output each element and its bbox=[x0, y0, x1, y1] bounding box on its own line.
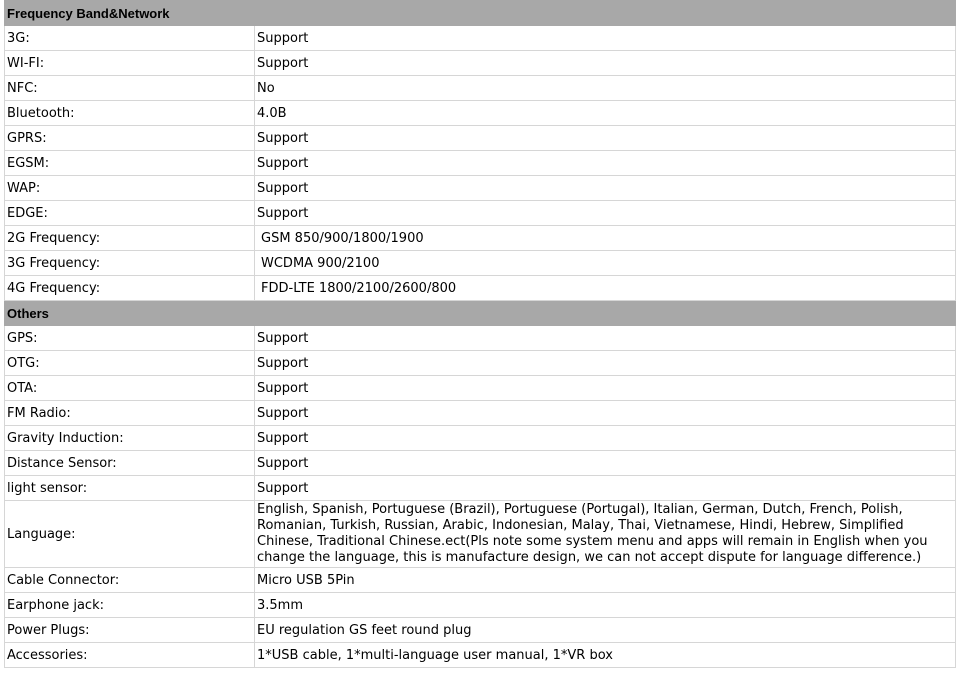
spec-row: Earphone jack: 3.5mm bbox=[4, 592, 956, 618]
spec-value: Support bbox=[254, 375, 956, 401]
spec-row: GPS: Support bbox=[4, 325, 956, 351]
spec-value: 3.5mm bbox=[254, 592, 956, 618]
spec-row: EDGE: Support bbox=[4, 200, 956, 226]
spec-label: NFC: bbox=[4, 75, 255, 101]
spec-value: Support bbox=[254, 450, 956, 476]
spec-label: WI-FI: bbox=[4, 50, 255, 76]
spec-value: Support bbox=[254, 25, 956, 51]
spec-value: Support bbox=[254, 175, 956, 201]
spec-value: Support bbox=[254, 200, 956, 226]
spec-value: No bbox=[254, 75, 956, 101]
spec-label: Distance Sensor: bbox=[4, 450, 255, 476]
spec-value: Support bbox=[254, 325, 956, 351]
spec-label: OTG: bbox=[4, 350, 255, 376]
spec-value: Support bbox=[254, 50, 956, 76]
spec-row: Bluetooth: 4.0B bbox=[4, 100, 956, 126]
spec-row: Cable Connector: Micro USB 5Pin bbox=[4, 567, 956, 593]
spec-value: 1*USB cable, 1*multi-language user manua… bbox=[254, 642, 956, 668]
spec-value: Support bbox=[254, 475, 956, 501]
spec-row: WAP: Support bbox=[4, 175, 956, 201]
spec-value: GSM 850/900/1800/1900 bbox=[254, 225, 956, 251]
spec-label: Power Plugs: bbox=[4, 617, 255, 643]
spec-label: WAP: bbox=[4, 175, 255, 201]
spec-row: Accessories: 1*USB cable, 1*multi-languag… bbox=[4, 642, 956, 668]
spec-label: Gravity Induction: bbox=[4, 425, 255, 451]
section-title: Others bbox=[4, 300, 956, 326]
spec-row: 2G Frequency: GSM 850/900/1800/1900 bbox=[4, 225, 956, 251]
spec-table: Frequency Band&Network 3G: Support WI-FI:… bbox=[4, 0, 956, 668]
spec-label: GPRS: bbox=[4, 125, 255, 151]
spec-row: GPRS: Support bbox=[4, 125, 956, 151]
spec-value: EU regulation GS feet round plug bbox=[254, 617, 956, 643]
spec-value: Support bbox=[254, 400, 956, 426]
section-header-frequency: Frequency Band&Network bbox=[4, 0, 956, 26]
spec-label: EGSM: bbox=[4, 150, 255, 176]
section-title: Frequency Band&Network bbox=[4, 0, 956, 26]
spec-row: Language: English, Spanish, Portuguese (B… bbox=[4, 500, 956, 568]
spec-row: Gravity Induction: Support bbox=[4, 425, 956, 451]
spec-row: Distance Sensor: Support bbox=[4, 450, 956, 476]
spec-label: 3G: bbox=[4, 25, 255, 51]
spec-row: 3G: Support bbox=[4, 25, 956, 51]
spec-value: FDD-LTE 1800/2100/2600/800 bbox=[254, 275, 956, 301]
spec-label: 4G Frequency: bbox=[4, 275, 255, 301]
spec-row: FM Radio: Support bbox=[4, 400, 956, 426]
spec-value: English, Spanish, Portuguese (Brazil), P… bbox=[254, 500, 956, 568]
spec-label: Bluetooth: bbox=[4, 100, 255, 126]
spec-row: OTG: Support bbox=[4, 350, 956, 376]
spec-label: 2G Frequency: bbox=[4, 225, 255, 251]
spec-value: Support bbox=[254, 425, 956, 451]
spec-value: WCDMA 900/2100 bbox=[254, 250, 956, 276]
spec-value: Support bbox=[254, 125, 956, 151]
spec-label: GPS: bbox=[4, 325, 255, 351]
spec-label: Earphone jack: bbox=[4, 592, 255, 618]
section-header-others: Others bbox=[4, 300, 956, 326]
spec-row: EGSM: Support bbox=[4, 150, 956, 176]
spec-label: light sensor: bbox=[4, 475, 255, 501]
spec-label: Cable Connector: bbox=[4, 567, 255, 593]
spec-value: Support bbox=[254, 150, 956, 176]
spec-row: light sensor: Support bbox=[4, 475, 956, 501]
spec-label: EDGE: bbox=[4, 200, 255, 226]
spec-value: Micro USB 5Pin bbox=[254, 567, 956, 593]
spec-label: 3G Frequency: bbox=[4, 250, 255, 276]
spec-label: OTA: bbox=[4, 375, 255, 401]
spec-row: Power Plugs: EU regulation GS feet round … bbox=[4, 617, 956, 643]
spec-value: 4.0B bbox=[254, 100, 956, 126]
spec-label: FM Radio: bbox=[4, 400, 255, 426]
spec-row: OTA: Support bbox=[4, 375, 956, 401]
spec-row: 3G Frequency: WCDMA 900/2100 bbox=[4, 250, 956, 276]
spec-row: NFC: No bbox=[4, 75, 956, 101]
spec-value: Support bbox=[254, 350, 956, 376]
spec-label: Language: bbox=[4, 500, 255, 568]
spec-label: Accessories: bbox=[4, 642, 255, 668]
spec-row: WI-FI: Support bbox=[4, 50, 956, 76]
spec-row: 4G Frequency: FDD-LTE 1800/2100/2600/800 bbox=[4, 275, 956, 301]
